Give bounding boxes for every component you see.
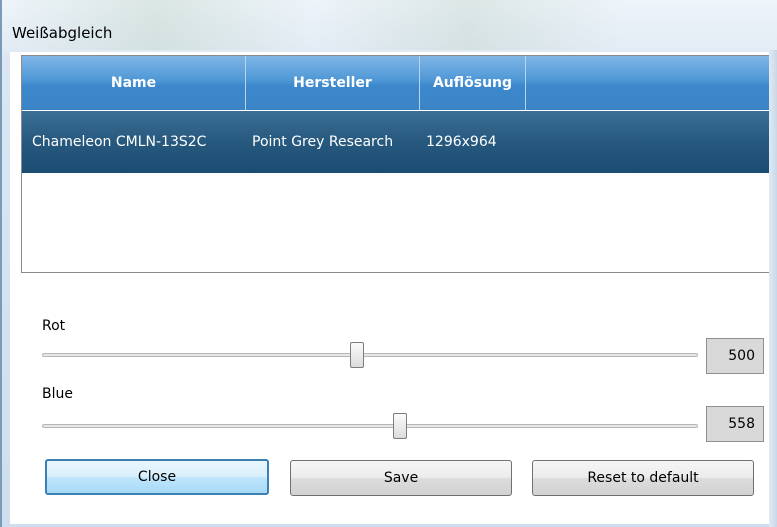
rot-label: Rot bbox=[42, 318, 66, 334]
rot-slider-thumb[interactable] bbox=[349, 342, 364, 368]
blue-value-box[interactable]: 558 bbox=[706, 406, 764, 442]
column-header-hersteller[interactable]: Hersteller bbox=[246, 56, 420, 110]
title-bar[interactable]: Weißabgleich bbox=[2, 0, 777, 50]
dialog-client-area: Name Hersteller Auflösung Chameleon CMLN… bbox=[10, 52, 772, 524]
cell-name: Chameleon CMLN-13S2C bbox=[32, 134, 207, 150]
camera-table: Name Hersteller Auflösung Chameleon CMLN… bbox=[21, 55, 771, 273]
window-title: Weißabgleich bbox=[12, 24, 113, 42]
reset-to-default-button[interactable]: Reset to default bbox=[532, 460, 754, 496]
table-header: Name Hersteller Auflösung bbox=[22, 56, 770, 110]
table-row[interactable]: Chameleon CMLN-13S2C Point Grey Research… bbox=[22, 111, 770, 173]
column-header-filler bbox=[526, 56, 770, 110]
column-header-name[interactable]: Name bbox=[22, 56, 246, 110]
rot-slider-track[interactable] bbox=[42, 353, 698, 357]
column-header-aufloesung[interactable]: Auflösung bbox=[420, 56, 526, 110]
window-frame: Weißabgleich Name Hersteller Auflösung C… bbox=[0, 0, 777, 527]
window-border-right bbox=[769, 50, 777, 527]
save-button[interactable]: Save bbox=[290, 460, 512, 496]
rot-value-box[interactable]: 500 bbox=[706, 338, 764, 374]
blue-slider-thumb[interactable] bbox=[392, 413, 407, 439]
blue-slider-track[interactable] bbox=[42, 424, 698, 428]
close-button[interactable]: Close bbox=[45, 459, 269, 495]
blue-label: Blue bbox=[42, 386, 73, 402]
cell-aufloesung: 1296x964 bbox=[426, 134, 497, 150]
cell-hersteller: Point Grey Research bbox=[252, 134, 394, 150]
